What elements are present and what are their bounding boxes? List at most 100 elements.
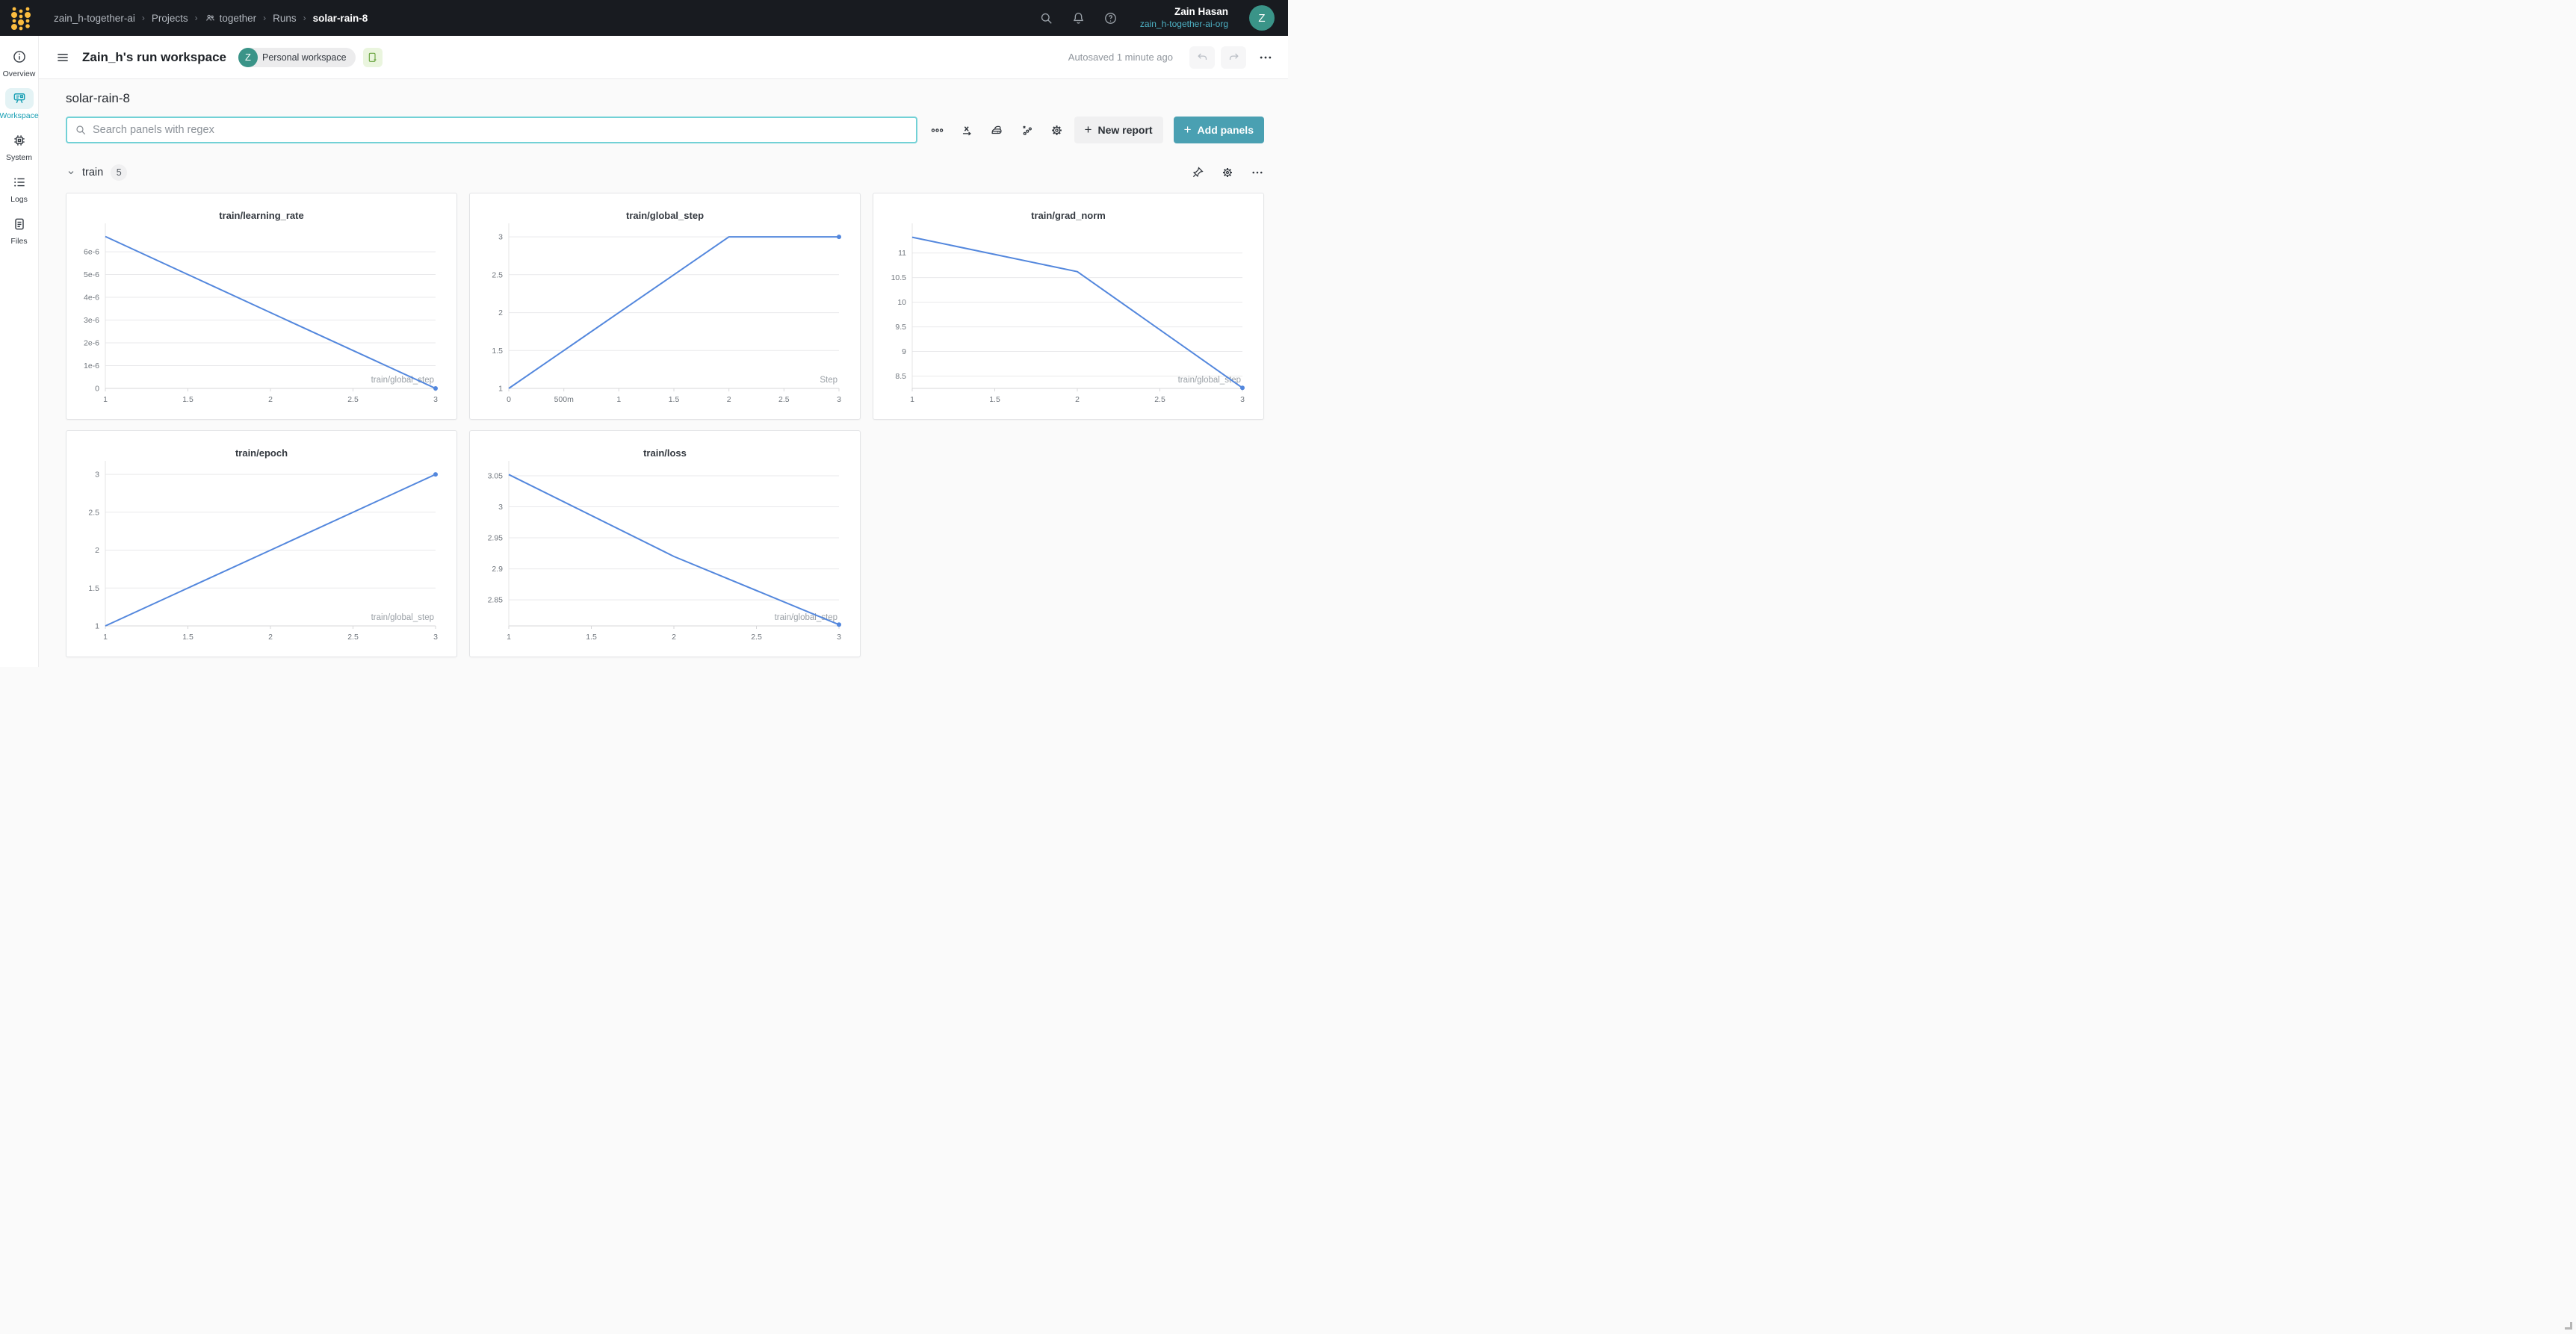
new-report-label: New report (1097, 124, 1152, 136)
settings-gear-icon[interactable] (1044, 117, 1070, 143)
breadcrumb-run-name[interactable]: solar-rain-8 (313, 13, 368, 24)
plus-icon: + (1184, 122, 1192, 137)
svg-text:0: 0 (507, 395, 511, 404)
panel-more-options-icon[interactable] (925, 117, 950, 143)
panel-section-header: train 5 (66, 161, 1264, 184)
svg-text:1.5: 1.5 (182, 395, 193, 404)
svg-text:2.5: 2.5 (88, 508, 99, 517)
chart-title: train/global_step (470, 210, 860, 221)
info-icon (12, 49, 27, 64)
sidebar-item-label: System (6, 153, 32, 162)
breadcrumb-runs[interactable]: Runs (273, 13, 297, 24)
chart-panel[interactable]: 11.522.5311.522.53train/global_step trai… (66, 430, 457, 657)
workspace-content: solar-rain-8 (39, 79, 1288, 667)
redo-icon (1227, 51, 1240, 63)
svg-text:1: 1 (103, 633, 108, 642)
sparkle-doc-icon[interactable] (363, 48, 383, 67)
breadcrumb-separator: › (263, 13, 266, 23)
sidebar-item-workspace[interactable]: Workspace (0, 88, 39, 120)
x-axis-settings-icon[interactable] (955, 117, 980, 143)
help-icon[interactable] (1103, 11, 1118, 25)
workspace-avatar: Z (238, 48, 258, 67)
svg-text:2.5: 2.5 (778, 395, 790, 404)
svg-text:2.9: 2.9 (492, 565, 503, 574)
wandb-logo[interactable] (7, 3, 34, 33)
breadcrumb-separator: › (303, 13, 306, 23)
chip-icon (12, 133, 27, 148)
svg-text:11: 11 (898, 249, 906, 258)
svg-text:3: 3 (1240, 395, 1245, 404)
run-sidebar: Overview Workspace System (0, 36, 39, 667)
section-name[interactable]: train (82, 167, 103, 179)
chart-panel[interactable]: 01e-62e-63e-64e-65e-66e-611.522.53train/… (66, 193, 457, 420)
new-report-button[interactable]: + New report (1074, 117, 1163, 143)
svg-text:2: 2 (727, 395, 731, 404)
svg-text:1: 1 (910, 395, 914, 404)
svg-text:1.5: 1.5 (88, 584, 99, 593)
smoothing-icon[interactable] (985, 117, 1010, 143)
section-more-options-icon[interactable] (1251, 166, 1264, 179)
panel-grid: 01e-62e-63e-64e-65e-66e-611.522.53train/… (66, 193, 1264, 657)
sidebar-item-logs[interactable]: Logs (0, 172, 39, 204)
sidebar-item-system[interactable]: System (0, 130, 39, 162)
svg-text:1: 1 (95, 622, 99, 631)
svg-text:6e-6: 6e-6 (84, 248, 99, 257)
workspace-board-icon (12, 91, 27, 106)
svg-text:1.5: 1.5 (586, 633, 597, 642)
panel-search-input[interactable] (93, 124, 908, 136)
people-icon (205, 13, 216, 24)
svg-text:4e-6: 4e-6 (84, 294, 99, 303)
search-icon[interactable] (1039, 11, 1053, 25)
workspace-more-options-icon[interactable] (1258, 50, 1273, 65)
line-chart: 01e-62e-63e-64e-65e-66e-611.522.53train/… (66, 193, 458, 421)
svg-text:2.85: 2.85 (488, 596, 504, 605)
breadcrumb-project[interactable]: together (205, 13, 257, 24)
user-avatar[interactable]: Z (1249, 5, 1275, 31)
svg-text:10: 10 (897, 298, 906, 307)
svg-text:3e-6: 3e-6 (84, 316, 99, 325)
svg-text:1.5: 1.5 (182, 633, 193, 642)
workspace-mode-pill[interactable]: Z Personal workspace (238, 48, 356, 67)
svg-text:3: 3 (95, 471, 99, 480)
chart-panel[interactable]: 8.599.51010.51111.522.53train/global_ste… (873, 193, 1264, 420)
svg-text:2: 2 (672, 633, 676, 642)
chevron-down-icon[interactable] (66, 167, 76, 178)
breadcrumb-projects[interactable]: Projects (152, 13, 188, 24)
notifications-bell-icon[interactable] (1071, 11, 1086, 25)
user-org-link[interactable]: zain_h-together-ai-org (1140, 19, 1228, 30)
svg-text:1.5: 1.5 (989, 395, 1000, 404)
user-name: Zain Hasan (1140, 6, 1228, 19)
section-settings-gear-icon[interactable] (1221, 166, 1234, 179)
svg-text:2: 2 (268, 633, 273, 642)
redo-button[interactable] (1221, 46, 1246, 69)
user-menu[interactable]: Zain Hasan zain_h-together-ai-org (1140, 6, 1228, 30)
add-panels-button[interactable]: + Add panels (1174, 117, 1264, 143)
sidebar-item-files[interactable]: Files (0, 214, 39, 246)
svg-text:9: 9 (902, 347, 906, 356)
pin-icon[interactable] (1191, 166, 1204, 179)
svg-text:3: 3 (433, 633, 438, 642)
chart-panel[interactable]: 2.852.92.9533.0511.522.53train/global_st… (469, 430, 861, 657)
chart-panel[interactable]: 11.522.530500m11.522.53Step train/global… (469, 193, 861, 420)
svg-text:10.5: 10.5 (891, 273, 907, 282)
workspace-mode-label: Personal workspace (262, 52, 347, 63)
line-chart: 11.522.5311.522.53train/global_step (66, 431, 458, 658)
svg-text:3: 3 (837, 633, 841, 642)
sidebar-item-label: Files (10, 237, 27, 246)
outliers-icon[interactable] (1015, 117, 1040, 143)
resize-handle[interactable] (2565, 1322, 2572, 1330)
svg-text:Step: Step (820, 376, 837, 385)
svg-text:3.05: 3.05 (488, 472, 504, 481)
svg-text:3: 3 (498, 503, 503, 512)
sidebar-item-overview[interactable]: Overview (0, 46, 39, 78)
svg-text:2: 2 (498, 308, 503, 317)
undo-button[interactable] (1189, 46, 1215, 69)
svg-text:2.5: 2.5 (347, 395, 359, 404)
autosave-status: Autosaved 1 minute ago (1068, 52, 1173, 63)
line-chart: 11.522.530500m11.522.53Step (470, 193, 861, 421)
hamburger-menu-icon[interactable] (55, 50, 70, 65)
svg-text:1: 1 (103, 395, 108, 404)
breadcrumb-entity[interactable]: zain_h-together-ai (54, 13, 135, 24)
sidebar-item-label: Logs (10, 195, 28, 204)
svg-text:1e-6: 1e-6 (84, 362, 99, 370)
